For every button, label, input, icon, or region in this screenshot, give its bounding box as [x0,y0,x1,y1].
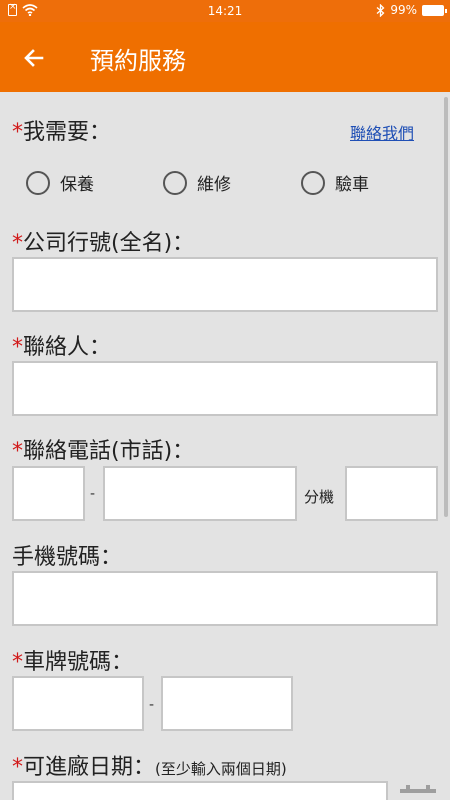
phone-label: *聯絡電話(市話)： [12,439,195,464]
radio-inspection[interactable]: 驗車 [301,170,369,195]
plate-label: *車牌號碼： [12,650,134,675]
contact-us-link[interactable]: 聯絡我們 [350,120,414,144]
extension-label: 分機 [304,488,335,506]
booking-form[interactable]: *我需要： 聯絡我們 保養 維修 驗車 *公司行號(全名)： *聯絡人： *聯絡… [0,92,450,800]
phone-dash: - [90,486,96,502]
phone-number-input[interactable] [103,466,297,521]
back-button[interactable] [16,40,52,76]
company-label: *公司行號(全名)： [12,231,195,256]
calendar-icon[interactable] [400,785,436,800]
page-title: 預約服務 [90,47,186,75]
radio-label: 維修 [197,175,231,195]
date-hint: (至少輸入兩個日期) [155,760,287,778]
phone-area-code-input[interactable] [12,466,85,521]
status-bar: 14:21 99% [0,0,450,22]
radio-circle [26,170,50,195]
radio-circle [163,170,187,195]
scrollbar[interactable] [444,97,448,517]
company-input[interactable] [12,257,438,312]
date-input-1[interactable] [12,781,388,800]
plate-dash: - [149,697,155,713]
mobile-label: 手機號碼： [12,545,123,570]
date-label: *可進廠日期：(至少輸入兩個日期) [12,755,287,780]
radio-repair[interactable]: 維修 [163,170,231,195]
radio-circle [301,170,325,195]
contact-person-label: *聯絡人： [12,335,112,360]
need-label: *我需要： [12,120,112,145]
bluetooth-icon [376,3,385,17]
contact-person-input[interactable] [12,361,438,416]
plate-prefix-input[interactable] [12,676,144,731]
battery-icon [422,4,447,16]
radio-label: 驗車 [335,175,369,195]
radio-label: 保養 [60,175,94,195]
mobile-input[interactable] [12,571,438,626]
plate-suffix-input[interactable] [161,676,293,731]
radio-maintenance[interactable]: 保養 [26,170,94,195]
extension-input[interactable] [345,466,438,521]
arrow-left-icon [24,49,44,67]
battery-percent: 99% [390,3,417,17]
app-bar: 預約服務 [0,22,450,92]
